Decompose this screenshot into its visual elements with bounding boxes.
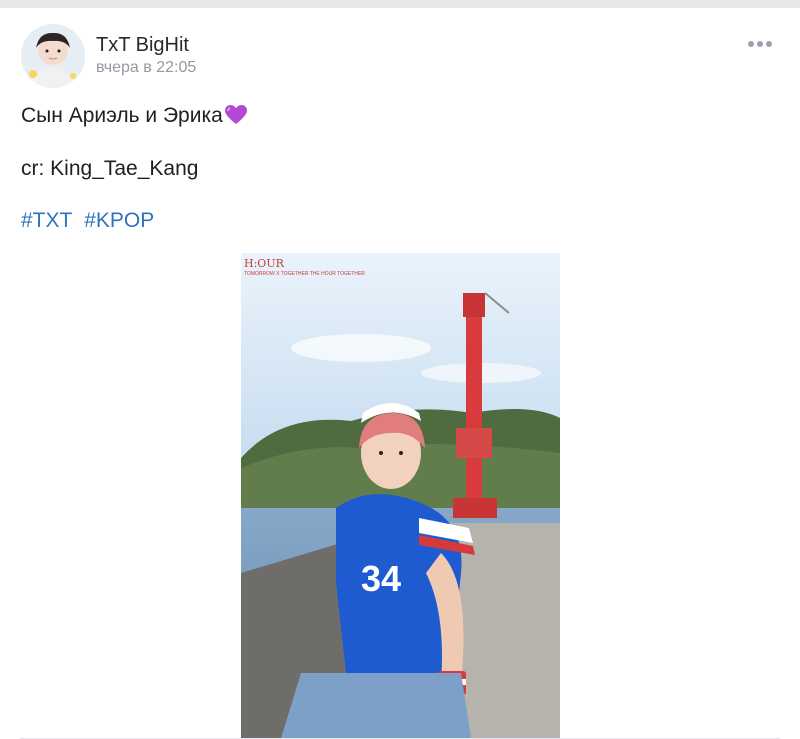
post-card: TxT BigHit вчера в 22:05 Сын Ариэль и Эр… — [0, 8, 800, 739]
avatar-image — [21, 24, 85, 88]
photo-watermark-subtitle: TOMORROW X TOGETHER THE HOUR TOGETHER — [244, 271, 365, 277]
jersey-number: 34 — [361, 558, 401, 599]
photo-illustration: 34 — [241, 253, 560, 738]
post-text: Сын Ариэль и Эрика — [21, 104, 223, 127]
post-author[interactable]: TxT BigHit — [96, 34, 189, 57]
post-credit: cr: King_Tae_Kang — [21, 157, 199, 180]
avatar[interactable] — [21, 24, 85, 88]
post-photo[interactable]: 34 H:OUR TOMORROW X TOGETHER THE HOUR TO… — [241, 253, 560, 738]
photo-watermark: H:OUR — [244, 257, 284, 270]
ellipsis-icon[interactable] — [748, 34, 772, 54]
post-timestamp[interactable]: вчера в 22:05 — [96, 59, 196, 77]
hashtag-kpop[interactable]: #KPOP — [84, 209, 154, 232]
purple-heart-icon — [224, 105, 247, 131]
post-text-line-1: Сын Ариэль и Эрика — [21, 104, 247, 131]
hashtags: #TXT #KPOP — [21, 209, 160, 233]
hashtag-txt[interactable]: #TXT — [21, 209, 72, 232]
top-separator — [0, 0, 800, 8]
